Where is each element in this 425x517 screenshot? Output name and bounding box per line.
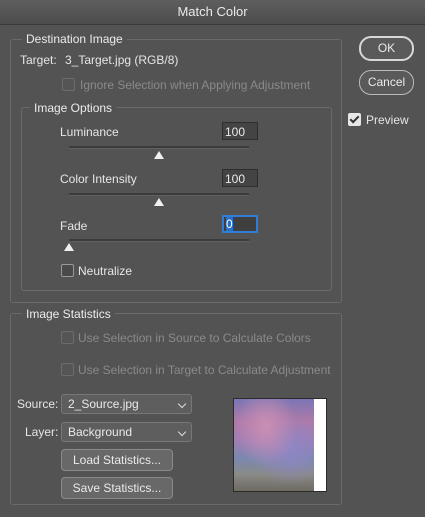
fade-input[interactable]: 0 [222, 215, 258, 233]
target-value: 3_Target.jpg (RGB/8) [65, 53, 179, 67]
luminance-slider-thumb[interactable] [154, 151, 164, 159]
ok-button[interactable]: OK [359, 36, 414, 61]
fade-slider-track[interactable] [69, 239, 249, 242]
color-intensity-value: 100 [225, 172, 246, 186]
fade-label: Fade [60, 219, 88, 233]
source-label: Source: [17, 397, 59, 411]
neutralize-checkbox[interactable] [61, 264, 74, 277]
ignore-selection-label: Ignore Selection when Applying Adjustmen… [80, 78, 311, 92]
fade-value: 0 [226, 217, 233, 231]
source-preview-image [234, 399, 314, 491]
source-preview-thumbnail [233, 398, 327, 492]
source-select-value: 2_Source.jpg [68, 397, 139, 411]
load-statistics-button[interactable]: Load Statistics... [61, 449, 173, 471]
use-source-selection-checkbox[interactable] [61, 331, 74, 344]
cancel-button[interactable]: Cancel [359, 70, 414, 95]
image-statistics-legend: Image Statistics [22, 307, 115, 321]
neutralize-label: Neutralize [78, 264, 133, 278]
color-intensity-slider-track[interactable] [69, 193, 249, 196]
preview-checkbox[interactable] [348, 113, 361, 126]
luminance-input[interactable]: 100 [222, 122, 258, 140]
chevron-down-icon [177, 399, 187, 409]
color-intensity-label: Color Intensity [60, 172, 137, 186]
luminance-label: Luminance [60, 125, 119, 139]
luminance-value: 100 [225, 125, 246, 139]
use-target-selection-checkbox[interactable] [61, 363, 74, 376]
preview-label: Preview [366, 113, 409, 127]
luminance-slider-track[interactable] [69, 146, 249, 149]
color-intensity-input[interactable]: 100 [222, 169, 258, 187]
source-select[interactable]: 2_Source.jpg [61, 394, 192, 414]
fade-slider-thumb[interactable] [64, 243, 74, 251]
layer-select-value: Background [68, 425, 133, 439]
ignore-selection-checkbox[interactable] [62, 78, 75, 91]
image-options-legend: Image Options [30, 101, 117, 115]
dialog-title: Match Color [0, 0, 425, 25]
color-intensity-slider-thumb[interactable] [154, 198, 164, 206]
target-label: Target: [20, 53, 57, 67]
layer-label: Layer: [25, 425, 59, 439]
destination-image-legend: Destination Image [22, 32, 127, 46]
save-statistics-button[interactable]: Save Statistics... [61, 477, 173, 499]
use-target-selection-label: Use Selection in Target to Calculate Adj… [78, 363, 331, 377]
use-source-selection-label: Use Selection in Source to Calculate Col… [78, 331, 311, 345]
chevron-down-icon [177, 427, 187, 437]
layer-select[interactable]: Background [61, 422, 192, 442]
